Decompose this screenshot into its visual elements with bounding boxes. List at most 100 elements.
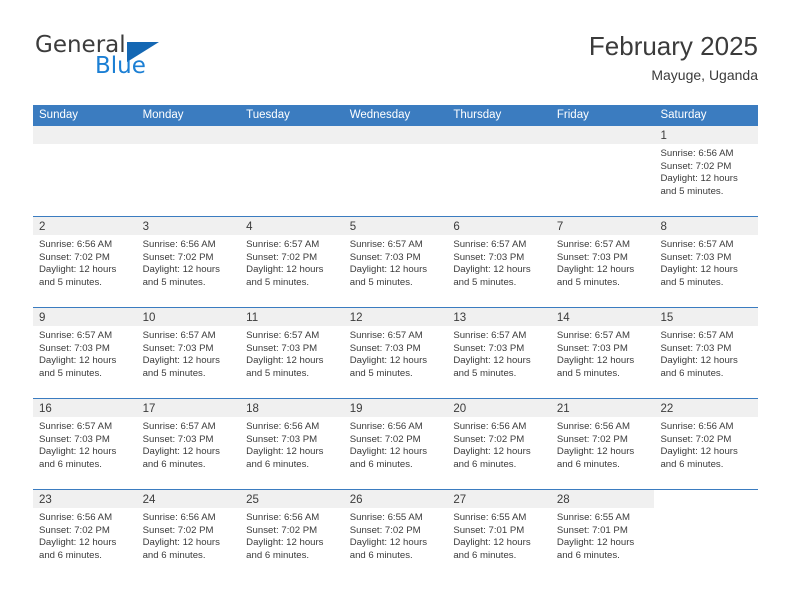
daylight-text-line2: and 5 minutes.	[349, 276, 413, 288]
day-sun-info: Sunrise: 6:56 AM Sunset: 7:02 PM Daylight:…	[137, 235, 241, 289]
day-cell[interactable]: 2 Sunrise: 6:56 AM Sunset: 7:02 PM Daylight…	[33, 217, 137, 307]
day-cell[interactable]: 1 Sunrise: 6:56 AM Sunset: 7:02 PM Daylight…	[654, 126, 759, 216]
day-cell[interactable]: 24 Sunrise: 6:56 AM Sunset: 7:02 PM Dayligh…	[136, 490, 241, 580]
day-cell[interactable]: 10 Sunrise: 6:57 AM Sunset: 7:03 PM Dayligh…	[136, 308, 241, 398]
sunrise-text: Sunrise: 6:56 AM	[453, 421, 527, 432]
day-cell[interactable]: 18 Sunrise: 6:56 AM Sunset: 7:03 PM Dayligh…	[240, 399, 344, 489]
daylight-text-line2: and 5 minutes.	[142, 276, 206, 288]
day-cell[interactable]: 8 Sunrise: 6:57 AM Sunset: 7:03 PM Daylight…	[654, 217, 759, 307]
day-number-band: 20	[447, 399, 551, 417]
day-cell-empty	[33, 126, 137, 216]
day-number: 28	[556, 494, 570, 506]
day-cell[interactable]: 22 Sunrise: 6:56 AM Sunset: 7:02 PM Dayligh…	[654, 399, 759, 489]
daylight-text-line2: and 5 minutes.	[453, 276, 517, 288]
daylight-text-line2: and 5 minutes.	[556, 276, 620, 288]
day-cell[interactable]: 25 Sunrise: 6:56 AM Sunset: 7:02 PM Dayligh…	[240, 490, 344, 580]
sunrise-text: Sunrise: 6:56 AM	[660, 421, 734, 432]
calendar-week-row: 2 Sunrise: 6:56 AM Sunset: 7:02 PM Daylight…	[33, 216, 759, 307]
daylight-text-line2: and 5 minutes.	[39, 367, 102, 379]
sunset-text: Sunset: 7:03 PM	[349, 251, 421, 263]
day-sun-info: Sunrise: 6:56 AM Sunset: 7:02 PM Daylight:…	[447, 417, 551, 471]
sunset-text: Sunset: 7:02 PM	[556, 433, 628, 445]
day-cell[interactable]: 26 Sunrise: 6:55 AM Sunset: 7:02 PM Dayligh…	[343, 490, 448, 580]
day-cell[interactable]: 7 Sunrise: 6:57 AM Sunset: 7:03 PM Daylight…	[550, 217, 655, 307]
sunset-text: Sunset: 7:02 PM	[246, 524, 318, 536]
calendar-week-row: 1 Sunrise: 6:56 AM Sunset: 7:02 PM Daylight…	[33, 126, 759, 216]
day-cell-empty	[550, 126, 655, 216]
day-number-band: 27	[447, 490, 551, 508]
day-sun-info: Sunrise: 6:55 AM Sunset: 7:01 PM Daylight:…	[551, 508, 655, 562]
day-number: 23	[39, 494, 52, 506]
day-cell[interactable]: 3 Sunrise: 6:56 AM Sunset: 7:02 PM Daylight…	[136, 217, 241, 307]
day-cell[interactable]: 16 Sunrise: 6:57 AM Sunset: 7:03 PM Dayligh…	[33, 399, 137, 489]
sunset-text: Sunset: 7:03 PM	[556, 251, 628, 263]
day-number: 7	[556, 221, 564, 233]
sunrise-text: Sunrise: 6:57 AM	[453, 239, 527, 250]
daylight-text-line1: Daylight: 12 hours	[39, 446, 117, 458]
day-number: 19	[349, 403, 363, 415]
day-cell[interactable]: 23 Sunrise: 6:56 AM Sunset: 7:02 PM Dayligh…	[33, 490, 137, 580]
daylight-text-line2: and 6 minutes.	[39, 549, 102, 561]
day-number: 27	[453, 494, 467, 506]
day-cell[interactable]: 13 Sunrise: 6:57 AM Sunset: 7:03 PM Dayligh…	[447, 308, 551, 398]
sunrise-text: Sunrise: 6:55 AM	[453, 512, 527, 523]
daylight-text-line1: Daylight: 12 hours	[556, 446, 635, 458]
sunset-text: Sunset: 7:01 PM	[556, 524, 628, 536]
calendar-week-row: 16 Sunrise: 6:57 AM Sunset: 7:03 PM Dayligh…	[33, 398, 759, 489]
daylight-text-line2: and 6 minutes.	[660, 458, 724, 470]
day-cell[interactable]: 17 Sunrise: 6:57 AM Sunset: 7:03 PM Dayligh…	[136, 399, 241, 489]
day-cell[interactable]: 5 Sunrise: 6:57 AM Sunset: 7:03 PM Daylight…	[343, 217, 448, 307]
day-sun-info: Sunrise: 6:57 AM Sunset: 7:03 PM Daylight:…	[551, 326, 655, 380]
day-number-band	[33, 126, 137, 144]
day-cell[interactable]: 12 Sunrise: 6:57 AM Sunset: 7:03 PM Dayligh…	[343, 308, 448, 398]
day-sun-info: Sunrise: 6:57 AM Sunset: 7:03 PM Daylight:…	[654, 235, 758, 289]
daylight-text-line2: and 6 minutes.	[246, 549, 310, 561]
sunset-text: Sunset: 7:03 PM	[142, 433, 214, 445]
day-number: 24	[142, 494, 156, 506]
daylight-text-line1: Daylight: 12 hours	[142, 537, 220, 549]
daylight-text-line1: Daylight: 12 hours	[246, 537, 324, 549]
day-cell[interactable]: 15 Sunrise: 6:57 AM Sunset: 7:03 PM Dayligh…	[654, 308, 759, 398]
day-number: 26	[349, 494, 363, 506]
daylight-text-line1: Daylight: 12 hours	[142, 264, 220, 276]
sunset-text: Sunset: 7:02 PM	[660, 160, 732, 172]
daylight-text-line1: Daylight: 12 hours	[349, 264, 428, 276]
sunset-text: Sunset: 7:03 PM	[660, 342, 732, 354]
daylight-text-line2: and 6 minutes.	[349, 549, 413, 561]
sunrise-text: Sunrise: 6:56 AM	[660, 148, 734, 159]
day-number-band: 7	[550, 217, 655, 235]
sunset-text: Sunset: 7:01 PM	[453, 524, 525, 536]
general-blue-logo[interactable]: General Blue	[33, 32, 253, 88]
day-cell[interactable]: 27 Sunrise: 6:55 AM Sunset: 7:01 PM Dayligh…	[447, 490, 551, 580]
day-cell[interactable]: 6 Sunrise: 6:57 AM Sunset: 7:03 PM Daylight…	[447, 217, 551, 307]
day-number-band	[550, 126, 655, 144]
day-cell[interactable]: 19 Sunrise: 6:56 AM Sunset: 7:02 PM Dayligh…	[343, 399, 448, 489]
day-number-band: 5	[343, 217, 448, 235]
day-number: 11	[246, 312, 259, 324]
daylight-text-line1: Daylight: 12 hours	[246, 446, 324, 458]
day-cell[interactable]: 28 Sunrise: 6:55 AM Sunset: 7:01 PM Dayligh…	[550, 490, 655, 580]
day-sun-info: Sunrise: 6:57 AM Sunset: 7:03 PM Daylight:…	[447, 235, 551, 289]
sunrise-text: Sunrise: 6:56 AM	[246, 421, 320, 432]
day-cell[interactable]: 11 Sunrise: 6:57 AM Sunset: 7:03 PM Dayligh…	[240, 308, 344, 398]
day-cell[interactable]: 4 Sunrise: 6:57 AM Sunset: 7:02 PM Daylight…	[240, 217, 344, 307]
day-number-band: 8	[654, 217, 759, 235]
day-number-band: 13	[447, 308, 551, 326]
day-number-band: 18	[240, 399, 344, 417]
day-cell[interactable]: 14 Sunrise: 6:57 AM Sunset: 7:03 PM Dayligh…	[550, 308, 655, 398]
daylight-text-line1: Daylight: 12 hours	[39, 355, 117, 367]
weekday-thursday: Thursday	[453, 109, 502, 121]
day-cell-empty	[240, 126, 344, 216]
day-sun-info: Sunrise: 6:56 AM Sunset: 7:02 PM Daylight:…	[654, 144, 758, 198]
day-number: 13	[453, 312, 467, 324]
day-cell[interactable]: 20 Sunrise: 6:56 AM Sunset: 7:02 PM Dayligh…	[447, 399, 551, 489]
day-number: 9	[39, 312, 46, 324]
sunrise-text: Sunrise: 6:57 AM	[39, 421, 113, 432]
sunrise-text: Sunrise: 6:55 AM	[349, 512, 423, 523]
day-cell[interactable]: 21 Sunrise: 6:56 AM Sunset: 7:02 PM Dayligh…	[550, 399, 655, 489]
day-cell[interactable]: 9 Sunrise: 6:57 AM Sunset: 7:03 PM Daylight…	[33, 308, 137, 398]
day-number-band: 19	[343, 399, 448, 417]
daylight-text-line2: and 5 minutes.	[349, 367, 413, 379]
logo-text-blue: Blue	[95, 53, 146, 79]
sunrise-text: Sunrise: 6:57 AM	[660, 330, 734, 341]
